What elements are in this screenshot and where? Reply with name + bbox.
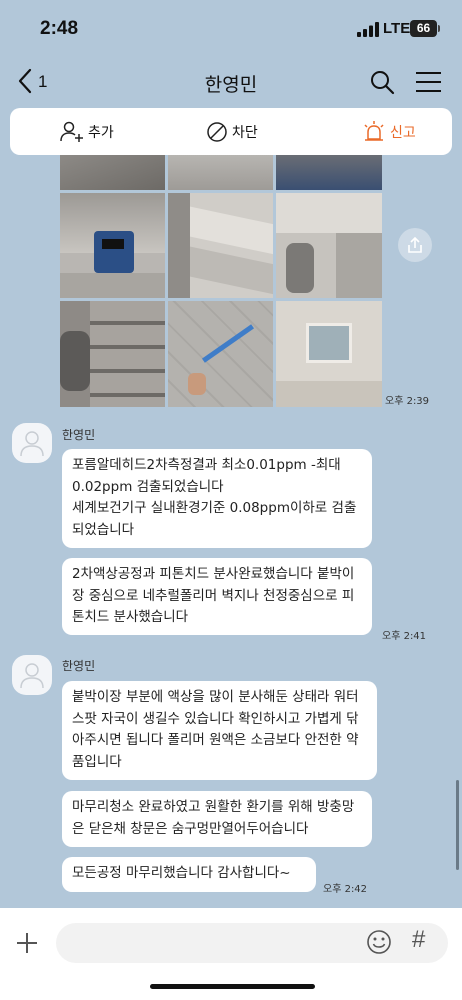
block-label: 차단 xyxy=(232,124,258,141)
network-label: LTE xyxy=(383,20,411,37)
report-label: 신고 xyxy=(390,124,416,141)
photo-thumbnail[interactable] xyxy=(168,301,273,407)
photo-thumbnail[interactable] xyxy=(276,193,382,298)
photo-thumbnail[interactable] xyxy=(168,193,273,298)
report-button[interactable]: 신고 xyxy=(362,108,416,155)
message-text: 마무리청소 완료하였고 원활한 환기를 위해 방충망은 닫은채 창문은 숨구멍만… xyxy=(72,799,355,837)
message-text: 붙박이장 부분에 액상을 많이 분사해둔 상태라 워터스팟 자국이 생길수 있습… xyxy=(72,689,359,770)
home-indicator xyxy=(150,984,315,989)
photo-thumbnail[interactable] xyxy=(276,301,382,407)
add-friend-button[interactable]: 추가 xyxy=(60,108,114,155)
photo-thumbnail[interactable] xyxy=(60,193,165,298)
block-icon xyxy=(207,121,227,142)
default-profile-icon xyxy=(20,431,44,457)
battery-tip xyxy=(438,25,440,32)
photo-thumbnail[interactable] xyxy=(168,155,273,190)
status-time: 2:48 xyxy=(40,18,79,39)
share-icon xyxy=(408,236,422,253)
action-bar: 추가 차단 신고 xyxy=(10,108,452,155)
sender-name: 한영민 xyxy=(62,659,96,673)
search-icon[interactable] xyxy=(369,69,395,95)
scrollbar[interactable] xyxy=(456,780,459,870)
battery-icon: 66 xyxy=(410,20,437,37)
photo-album[interactable] xyxy=(60,155,382,407)
message-bubble[interactable]: 포름알데히드2차측정결과 최소0.01ppm -최대0.02ppm 검출되었습니… xyxy=(62,449,372,548)
message-text: 포름알데히드2차측정결과 최소0.01ppm -최대0.02ppm 검출되었습니… xyxy=(72,457,357,538)
photo-thumbnail[interactable] xyxy=(60,301,165,407)
message-bubble[interactable]: 모든공정 마무리했습니다 감사합니다~ xyxy=(62,857,316,892)
emoji-icon[interactable] xyxy=(366,929,392,955)
plus-icon[interactable] xyxy=(15,931,39,955)
share-button[interactable] xyxy=(398,228,432,262)
avatar[interactable] xyxy=(12,655,52,695)
message-bubble[interactable]: 마무리청소 완료하였고 원활한 환기를 위해 방충망은 닫은채 창문은 숨구멍만… xyxy=(62,791,372,847)
message-bubble[interactable]: 붙박이장 부분에 액상을 많이 분사해둔 상태라 워터스팟 자국이 생길수 있습… xyxy=(62,681,377,780)
photo-thumbnail[interactable] xyxy=(276,155,382,190)
message-timestamp: 오후 2:42 xyxy=(323,884,368,895)
add-friend-icon xyxy=(60,121,83,142)
block-button[interactable]: 차단 xyxy=(206,108,258,155)
message-timestamp: 오후 2:41 xyxy=(382,631,427,642)
message-timestamp: 오후 2:39 xyxy=(385,396,430,407)
sender-name: 한영민 xyxy=(62,428,96,442)
hash-icon[interactable]: # xyxy=(412,926,425,954)
photo-thumbnail[interactable] xyxy=(60,155,165,190)
message-bubble[interactable]: 2차액상공정과 피톤치드 분사완료했습니다 붙박이장 중심으로 네추럴폴리머 벽… xyxy=(62,558,372,635)
default-profile-icon xyxy=(20,663,44,689)
add-friend-label: 추가 xyxy=(88,124,114,141)
menu-icon[interactable] xyxy=(415,71,442,93)
status-bar: 2:48 LTE 66 xyxy=(0,0,462,58)
avatar[interactable] xyxy=(12,423,52,463)
message-text: 2차액상공정과 피톤치드 분사완료했습니다 붙박이장 중심으로 네추럴폴리머 벽… xyxy=(72,566,355,625)
signal-icon xyxy=(357,22,379,37)
message-text: 모든공정 마무리했습니다 감사합니다~ xyxy=(72,865,291,881)
chat-header: 1 한영민 xyxy=(0,58,462,106)
report-bell-icon xyxy=(364,120,384,141)
